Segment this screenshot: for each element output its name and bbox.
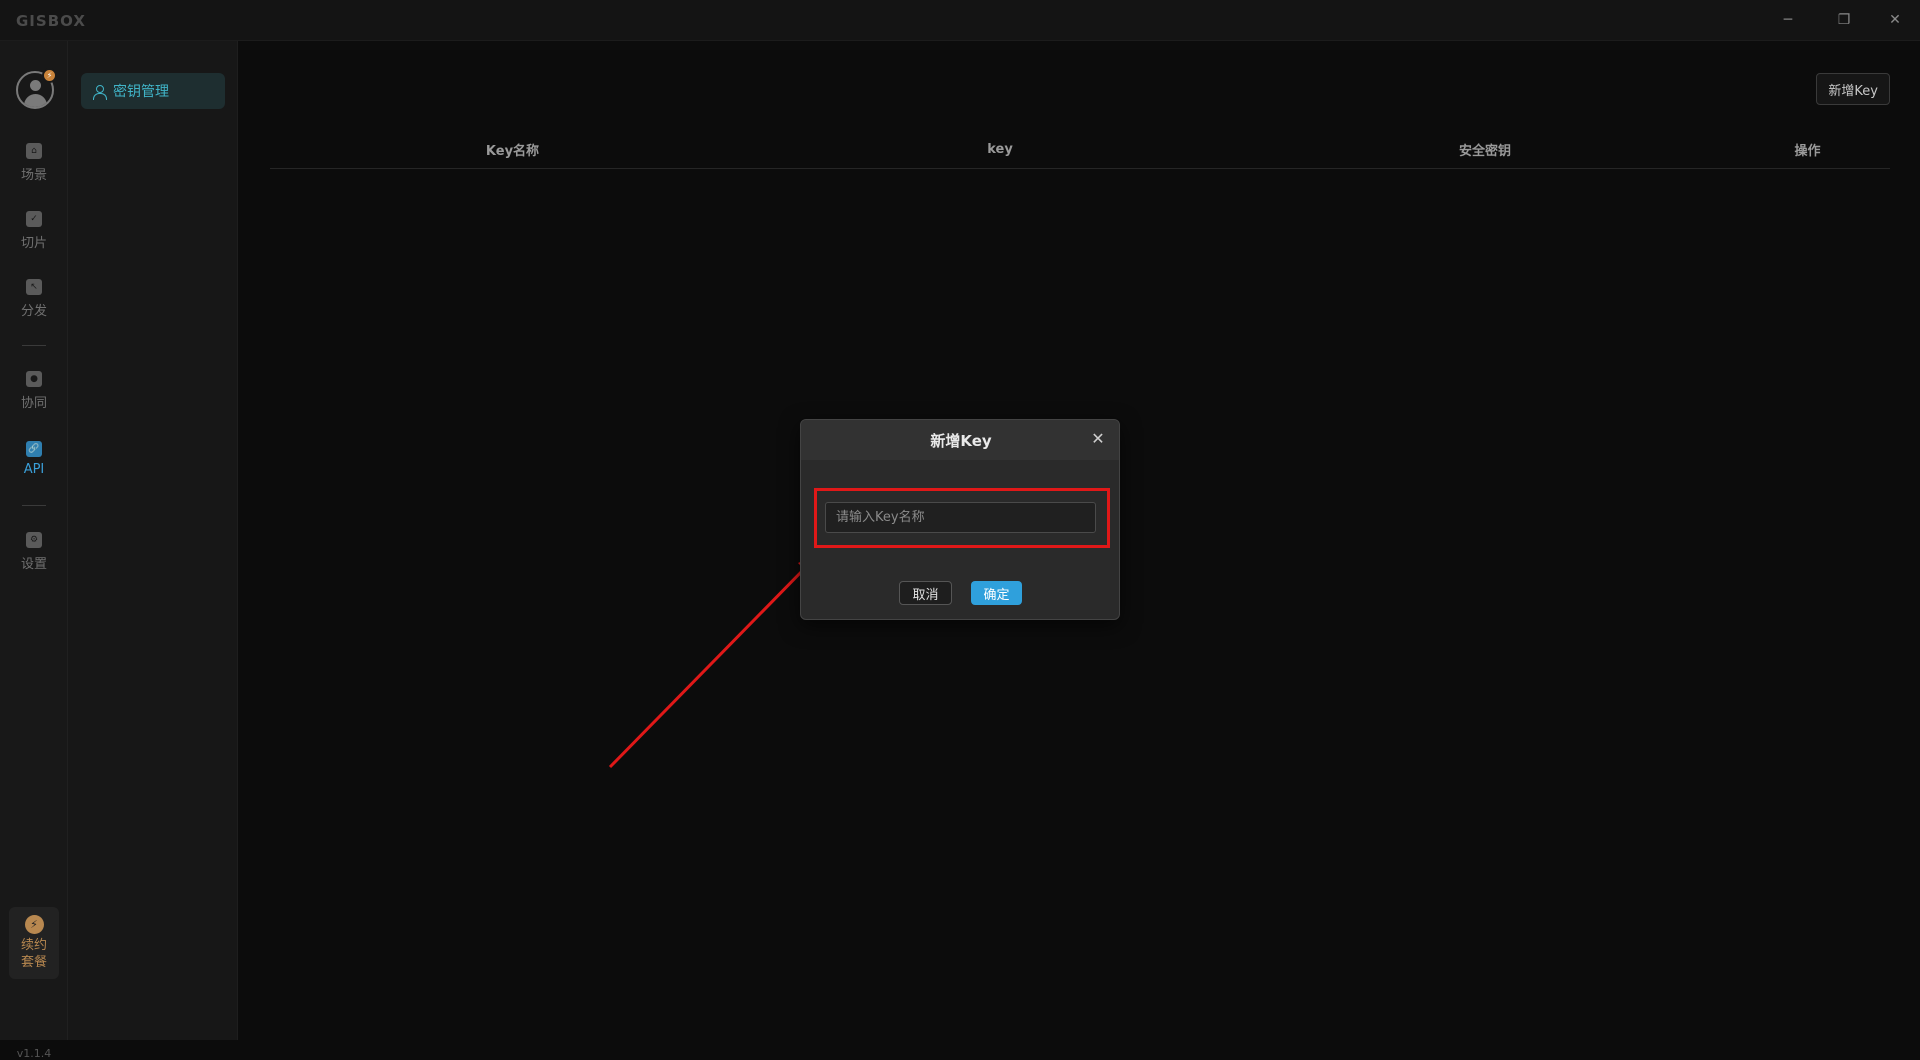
bolt-icon: ⚡ bbox=[42, 68, 57, 83]
confirm-button[interactable]: 确定 bbox=[971, 581, 1022, 605]
minimize-icon: ─ bbox=[1783, 12, 1793, 28]
link-icon: 🔗 bbox=[26, 441, 42, 457]
add-key-dialog: 新增Key ✕ 取消 确定 bbox=[800, 419, 1120, 620]
app-logo: GISBOX bbox=[16, 12, 86, 30]
bolt-icon: ⚡ bbox=[24, 915, 44, 934]
dialog-header: 新增Key bbox=[801, 420, 1119, 460]
column-header: 安全密钥 bbox=[1458, 144, 1511, 159]
column-header: Key名称 bbox=[485, 144, 540, 159]
column-header: key bbox=[987, 142, 1013, 157]
close-icon: ✕ bbox=[1889, 12, 1901, 28]
secondary-menu: 密钥管理 bbox=[68, 41, 238, 1040]
dialog-title: 新增Key bbox=[930, 431, 992, 450]
cancel-button[interactable]: 取消 bbox=[899, 581, 952, 605]
add-key-button[interactable]: 新增Key bbox=[1816, 73, 1890, 105]
distribute-icon: ↖ bbox=[26, 279, 42, 295]
renew-plan-button[interactable]: ⚡ 续约 套餐 bbox=[9, 907, 59, 979]
nav-item-scene[interactable]: ⌂ 场景 bbox=[0, 137, 68, 189]
nav-item-label: 切片 bbox=[20, 236, 47, 251]
user-icon bbox=[93, 84, 107, 100]
nav-item-label: 设置 bbox=[20, 557, 47, 572]
renew-label-line2: 套餐 bbox=[20, 955, 47, 970]
key-name-input[interactable] bbox=[825, 502, 1096, 533]
rail-divider bbox=[22, 505, 46, 506]
nav-item-collab[interactable]: ● 协同 bbox=[0, 365, 68, 417]
nav-rail: ⚡ ⌂ 场景 ✓ 切片 ↖ 分发 ● 协同 🔗 API ⚙ 设置 ⚡ 续约 套餐… bbox=[0, 41, 68, 1060]
version-label: v1.1.4 bbox=[16, 1047, 52, 1060]
title-bar: GISBOX ─ ❐ ✕ bbox=[0, 0, 1920, 41]
close-icon[interactable]: ✕ bbox=[1089, 430, 1107, 448]
column-header: 操作 bbox=[1794, 144, 1821, 159]
nav-item-distribute[interactable]: ↖ 分发 bbox=[0, 273, 68, 325]
nav-item-label: 场景 bbox=[20, 168, 47, 183]
nav-item-label: 分发 bbox=[20, 304, 47, 319]
submenu-item-label: 密钥管理 bbox=[113, 84, 169, 100]
home-icon: ⌂ bbox=[26, 143, 42, 159]
restore-icon: ❐ bbox=[1837, 12, 1851, 28]
minimize-button[interactable]: ─ bbox=[1771, 8, 1805, 32]
lock-icon: ● bbox=[26, 371, 42, 387]
nav-item-label: API bbox=[23, 462, 45, 477]
gear-icon: ⚙ bbox=[26, 532, 42, 548]
submenu-item-key-management[interactable]: 密钥管理 bbox=[81, 73, 225, 109]
restore-button[interactable]: ❐ bbox=[1827, 8, 1861, 32]
nav-item-api[interactable]: 🔗 API bbox=[0, 433, 68, 485]
tile-icon: ✓ bbox=[26, 211, 42, 227]
nav-item-tiles[interactable]: ✓ 切片 bbox=[0, 205, 68, 257]
renew-label-line1: 续约 bbox=[20, 938, 47, 953]
nav-item-label: 协同 bbox=[20, 396, 47, 411]
table-header: Key名称 key 安全密钥 操作 bbox=[270, 131, 1890, 169]
close-window-button[interactable]: ✕ bbox=[1878, 8, 1912, 32]
rail-divider bbox=[22, 345, 46, 346]
nav-item-settings[interactable]: ⚙ 设置 bbox=[0, 526, 68, 578]
